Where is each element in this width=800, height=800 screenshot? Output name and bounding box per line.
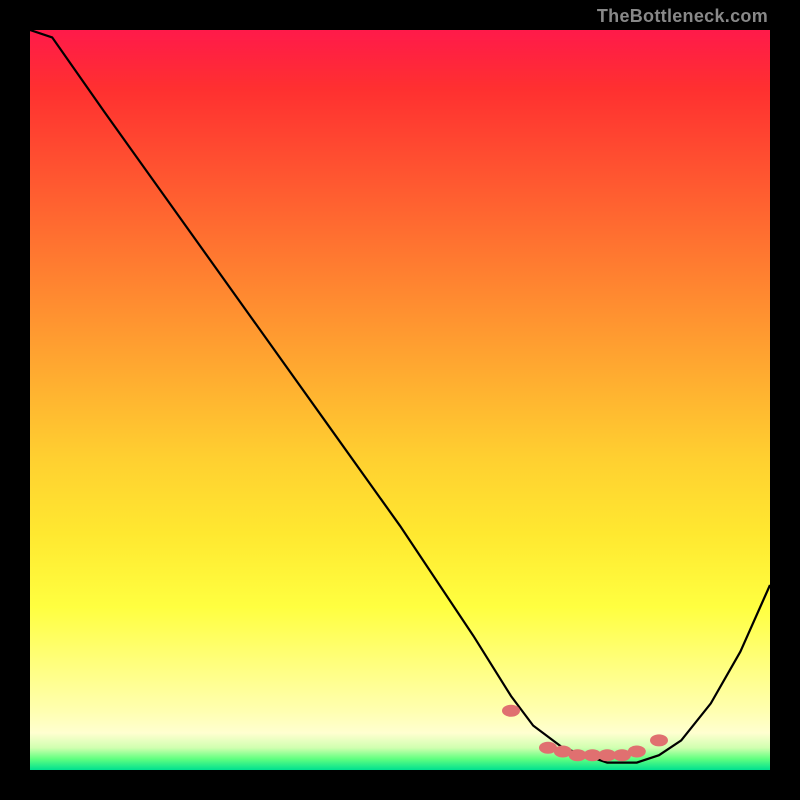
chart-container: TheBottleneck.com <box>0 0 800 800</box>
attribution-label: TheBottleneck.com <box>597 6 768 27</box>
plot-background <box>30 30 770 770</box>
